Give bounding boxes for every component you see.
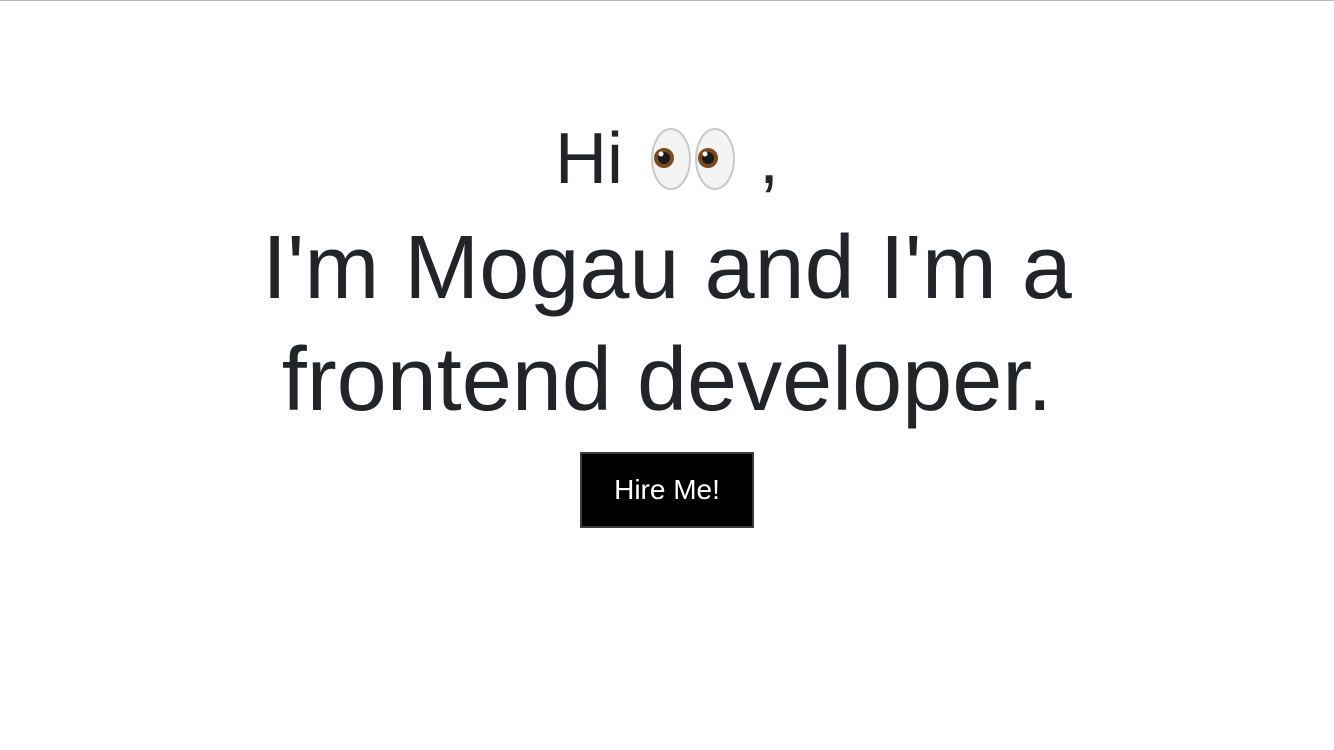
greeting-punctuation: , xyxy=(759,119,780,199)
hire-me-button[interactable]: Hire Me! xyxy=(580,452,754,528)
headline: I'm Mogau and I'm a frontend developer. xyxy=(0,212,1334,436)
headline-line-2: frontend developer. xyxy=(281,330,1053,430)
greeting-text: Hi xyxy=(554,119,623,199)
greeting: Hi , xyxy=(0,114,1334,204)
eyes-icon xyxy=(649,114,737,204)
top-border xyxy=(0,0,1334,1)
headline-line-1: I'm Mogau and I'm a xyxy=(262,218,1072,318)
